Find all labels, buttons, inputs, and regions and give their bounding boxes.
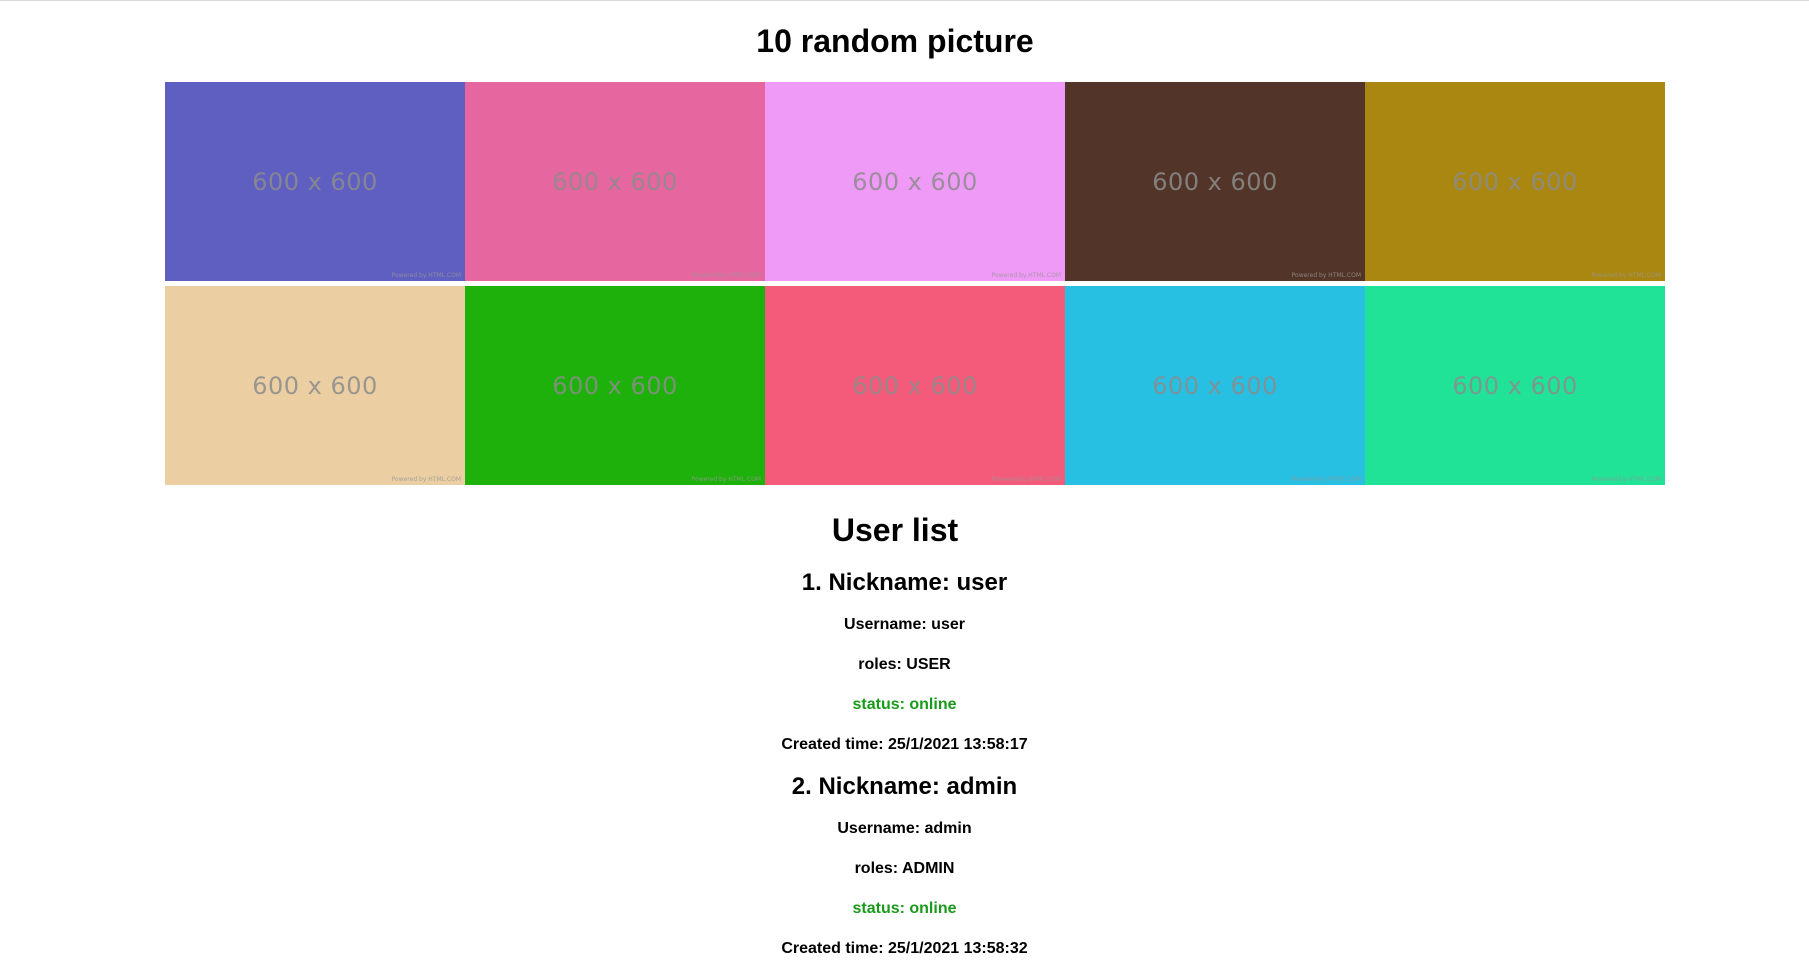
picture-credit: Powered by HTML.COM [1591,476,1661,483]
page-title: 10 random picture [756,23,1034,59]
picture-credit: Powered by HTML.COM [691,476,761,483]
picture-tile[interactable]: 600 x 600 Powered by HTML.COM [1365,82,1665,281]
picture-tile[interactable]: 600 x 600 Powered by HTML.COM [165,82,465,281]
user-username: Username: admin [837,820,972,837]
picture-tile[interactable]: 600 x 600 Powered by HTML.COM [1365,286,1665,485]
user-roles: roles: USER [858,656,951,673]
picture-size-label: 600 x 600 [252,167,378,196]
user-list-title: User list [831,512,959,548]
user-entry: 2. Nickname: admin Username: admin roles… [19,765,1790,969]
picture-tile[interactable]: 600 x 600 Powered by HTML.COM [765,286,1065,485]
user-status: status: online [852,900,957,917]
user-list: User list 1. Nickname: user Username: us… [0,505,1790,969]
user-roles: roles: ADMIN [854,860,955,877]
picture-size-label: 600 x 600 [1152,371,1278,400]
picture-tile[interactable]: 600 x 600 Powered by HTML.COM [1065,82,1365,281]
picture-tile[interactable]: 600 x 600 Powered by HTML.COM [165,286,465,485]
picture-size-label: 600 x 600 [1452,371,1578,400]
picture-credit: Powered by HTML.COM [1591,272,1661,279]
picture-size-label: 600 x 600 [852,371,978,400]
user-status: status: online [852,696,957,713]
user-created-time: Created time: 25/1/2021 13:58:32 [781,940,1028,957]
picture-credit: Powered by HTML.COM [691,272,761,279]
user-nickname: 1. Nickname: user [801,569,1008,596]
picture-size-label: 600 x 600 [852,167,978,196]
picture-size-label: 600 x 600 [552,167,678,196]
user-nickname: 2. Nickname: admin [791,773,1018,800]
picture-size-label: 600 x 600 [552,371,678,400]
picture-credit: Powered by HTML.COM [391,272,461,279]
picture-size-label: 600 x 600 [1152,167,1278,196]
picture-tile[interactable]: 600 x 600 Powered by HTML.COM [465,286,765,485]
picture-credit: Powered by HTML.COM [1291,476,1361,483]
user-username: Username: user [844,616,965,633]
user-entry: 1. Nickname: user Username: user roles: … [19,561,1790,765]
picture-credit: Powered by HTML.COM [991,272,1061,279]
picture-size-label: 600 x 600 [252,371,378,400]
picture-gallery: 600 x 600 Powered by HTML.COM 600 x 600 Po… [165,82,1665,485]
picture-size-label: 600 x 600 [1452,167,1578,196]
picture-tile[interactable]: 600 x 600 Powered by HTML.COM [465,82,765,281]
picture-credit: Powered by HTML.COM [391,476,461,483]
user-created-time: Created time: 25/1/2021 13:58:17 [781,736,1028,753]
picture-tile[interactable]: 600 x 600 Powered by HTML.COM [1065,286,1365,485]
picture-tile[interactable]: 600 x 600 Powered by HTML.COM [765,82,1065,281]
picture-credit: Powered by HTML.COM [1291,272,1361,279]
picture-credit: Powered by HTML.COM [991,476,1061,483]
